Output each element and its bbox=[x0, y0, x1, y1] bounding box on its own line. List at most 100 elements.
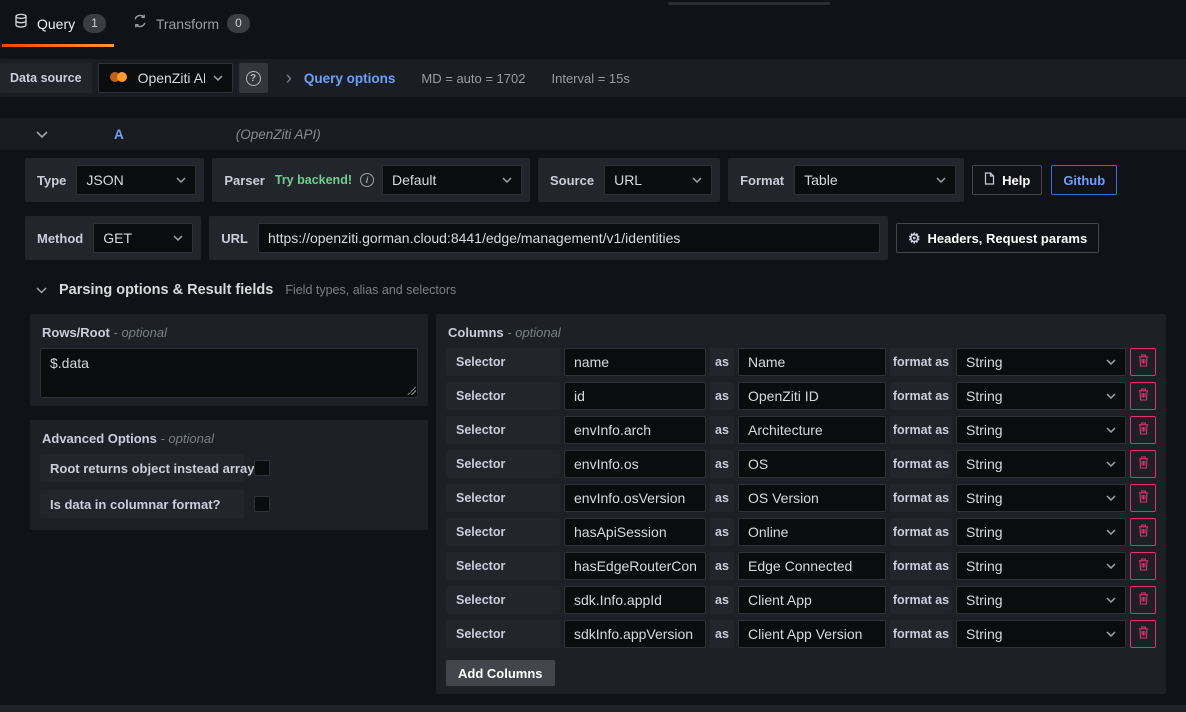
column-format-select[interactable]: String bbox=[956, 348, 1126, 376]
chevron-down-icon[interactable] bbox=[36, 131, 48, 138]
query-options-toggle[interactable]: Query options bbox=[304, 71, 396, 86]
type-field-group: Type JSON bbox=[25, 158, 204, 202]
help-button[interactable]: Help bbox=[972, 165, 1042, 195]
delete-column-button[interactable] bbox=[1130, 348, 1156, 376]
chevron-down-icon bbox=[36, 287, 47, 294]
column-alias-input[interactable] bbox=[738, 484, 886, 512]
delete-column-button[interactable] bbox=[1130, 586, 1156, 614]
chevron-down-icon bbox=[1106, 461, 1116, 467]
type-select[interactable]: JSON bbox=[76, 165, 196, 195]
as-label: as bbox=[710, 450, 734, 478]
format-as-label: format as bbox=[890, 552, 952, 580]
tab-query[interactable]: Query 1 bbox=[13, 0, 106, 47]
delete-column-button[interactable] bbox=[1130, 552, 1156, 580]
next-section-edge bbox=[0, 705, 1186, 712]
selector-label: Selector bbox=[446, 484, 560, 512]
datasource-select[interactable]: OpenZiti API bbox=[98, 63, 233, 93]
root-returns-object-label: Root returns object instead array? bbox=[40, 454, 244, 482]
column-alias-input[interactable] bbox=[738, 450, 886, 478]
chevron-down-icon bbox=[1106, 631, 1116, 637]
column-format-select[interactable]: String bbox=[956, 382, 1126, 410]
url-field-group: URL bbox=[209, 216, 888, 260]
chevron-down-icon bbox=[213, 75, 223, 81]
github-button-label: Github bbox=[1063, 173, 1105, 188]
editor-row-2: Method GET URL ⚙ Headers, Request params bbox=[25, 216, 1166, 260]
columnar-format-checkbox[interactable] bbox=[254, 496, 270, 512]
column-alias-input[interactable] bbox=[738, 518, 886, 546]
column-selector-input[interactable] bbox=[564, 586, 706, 614]
add-columns-button[interactable]: Add Columns bbox=[446, 660, 555, 686]
format-as-label: format as bbox=[890, 620, 952, 648]
column-mapping-row: Selector as format as String bbox=[446, 552, 1156, 580]
datasource-help-button[interactable]: ? bbox=[239, 63, 268, 93]
column-selector-input[interactable] bbox=[564, 484, 706, 512]
format-as-label: format as bbox=[890, 450, 952, 478]
tab-transform[interactable]: Transform 0 bbox=[132, 0, 250, 47]
parsing-section-subtitle: Field types, alias and selectors bbox=[285, 283, 456, 297]
columnar-format-label: Is data in columnar format? bbox=[40, 490, 244, 518]
column-alias-input[interactable] bbox=[738, 348, 886, 376]
column-selector-input[interactable] bbox=[564, 348, 706, 376]
delete-column-button[interactable] bbox=[1130, 484, 1156, 512]
column-selector-input[interactable] bbox=[564, 620, 706, 648]
column-format-select[interactable]: String bbox=[956, 586, 1126, 614]
parsing-section-title: Parsing options & Result fields bbox=[59, 282, 273, 298]
chevron-down-icon bbox=[502, 177, 512, 183]
trash-icon bbox=[1138, 592, 1149, 608]
column-alias-input[interactable] bbox=[738, 586, 886, 614]
trash-icon bbox=[1138, 626, 1149, 642]
query-row-header[interactable]: A (OpenZiti API) bbox=[0, 118, 1186, 150]
try-backend-hint[interactable]: Try backend! bbox=[275, 173, 352, 187]
column-format-value: String bbox=[966, 388, 1098, 404]
parser-select[interactable]: Default bbox=[382, 165, 522, 195]
column-format-select[interactable]: String bbox=[956, 484, 1126, 512]
resize-handle-icon[interactable] bbox=[407, 386, 416, 395]
parsing-right-column: Columns - optional Selector as format as… bbox=[436, 314, 1166, 694]
parsing-section-header[interactable]: Parsing options & Result fields Field ty… bbox=[36, 282, 1186, 298]
delete-column-button[interactable] bbox=[1130, 620, 1156, 648]
headers-params-label: Headers, Request params bbox=[928, 231, 1088, 246]
column-selector-input[interactable] bbox=[564, 416, 706, 444]
column-format-select[interactable]: String bbox=[956, 552, 1126, 580]
column-selector-input[interactable] bbox=[564, 382, 706, 410]
source-field-group: Source URL bbox=[538, 158, 720, 202]
column-alias-input[interactable] bbox=[738, 416, 886, 444]
column-alias-input[interactable] bbox=[738, 620, 886, 648]
chevron-down-icon bbox=[176, 177, 186, 183]
github-button[interactable]: Github bbox=[1051, 165, 1117, 195]
delete-column-button[interactable] bbox=[1130, 450, 1156, 478]
column-format-select[interactable]: String bbox=[956, 620, 1126, 648]
column-alias-input[interactable] bbox=[738, 382, 886, 410]
column-format-select[interactable]: String bbox=[956, 518, 1126, 546]
chevron-down-icon bbox=[936, 177, 946, 183]
method-select[interactable]: GET bbox=[93, 223, 193, 253]
format-as-label: format as bbox=[890, 484, 952, 512]
panel-drag-handle[interactable] bbox=[668, 2, 830, 5]
column-mapping-row: Selector as format as String bbox=[446, 450, 1156, 478]
chevron-down-icon bbox=[1106, 495, 1116, 501]
column-selector-input[interactable] bbox=[564, 518, 706, 546]
url-input[interactable] bbox=[258, 223, 880, 253]
headers-params-button[interactable]: ⚙ Headers, Request params bbox=[896, 223, 1099, 253]
selector-label: Selector bbox=[446, 416, 560, 444]
transform-icon bbox=[132, 13, 148, 34]
source-select[interactable]: URL bbox=[604, 165, 712, 195]
column-format-select[interactable]: String bbox=[956, 450, 1126, 478]
delete-column-button[interactable] bbox=[1130, 382, 1156, 410]
column-selector-input[interactable] bbox=[564, 450, 706, 478]
column-format-value: String bbox=[966, 592, 1098, 608]
root-returns-object-checkbox[interactable] bbox=[254, 460, 270, 476]
query-ref-id[interactable]: A bbox=[114, 127, 124, 142]
transform-count-badge: 0 bbox=[227, 14, 250, 33]
delete-column-button[interactable] bbox=[1130, 416, 1156, 444]
column-format-select[interactable]: String bbox=[956, 416, 1126, 444]
format-select[interactable]: Table bbox=[794, 165, 956, 195]
column-selector-input[interactable] bbox=[564, 552, 706, 580]
delete-column-button[interactable] bbox=[1130, 518, 1156, 546]
openziti-logo-icon bbox=[108, 70, 130, 87]
rows-root-textarea[interactable]: $.data bbox=[40, 348, 418, 398]
column-alias-input[interactable] bbox=[738, 552, 886, 580]
method-value: GET bbox=[103, 230, 165, 246]
chevron-down-icon bbox=[1106, 563, 1116, 569]
document-icon bbox=[984, 172, 995, 188]
